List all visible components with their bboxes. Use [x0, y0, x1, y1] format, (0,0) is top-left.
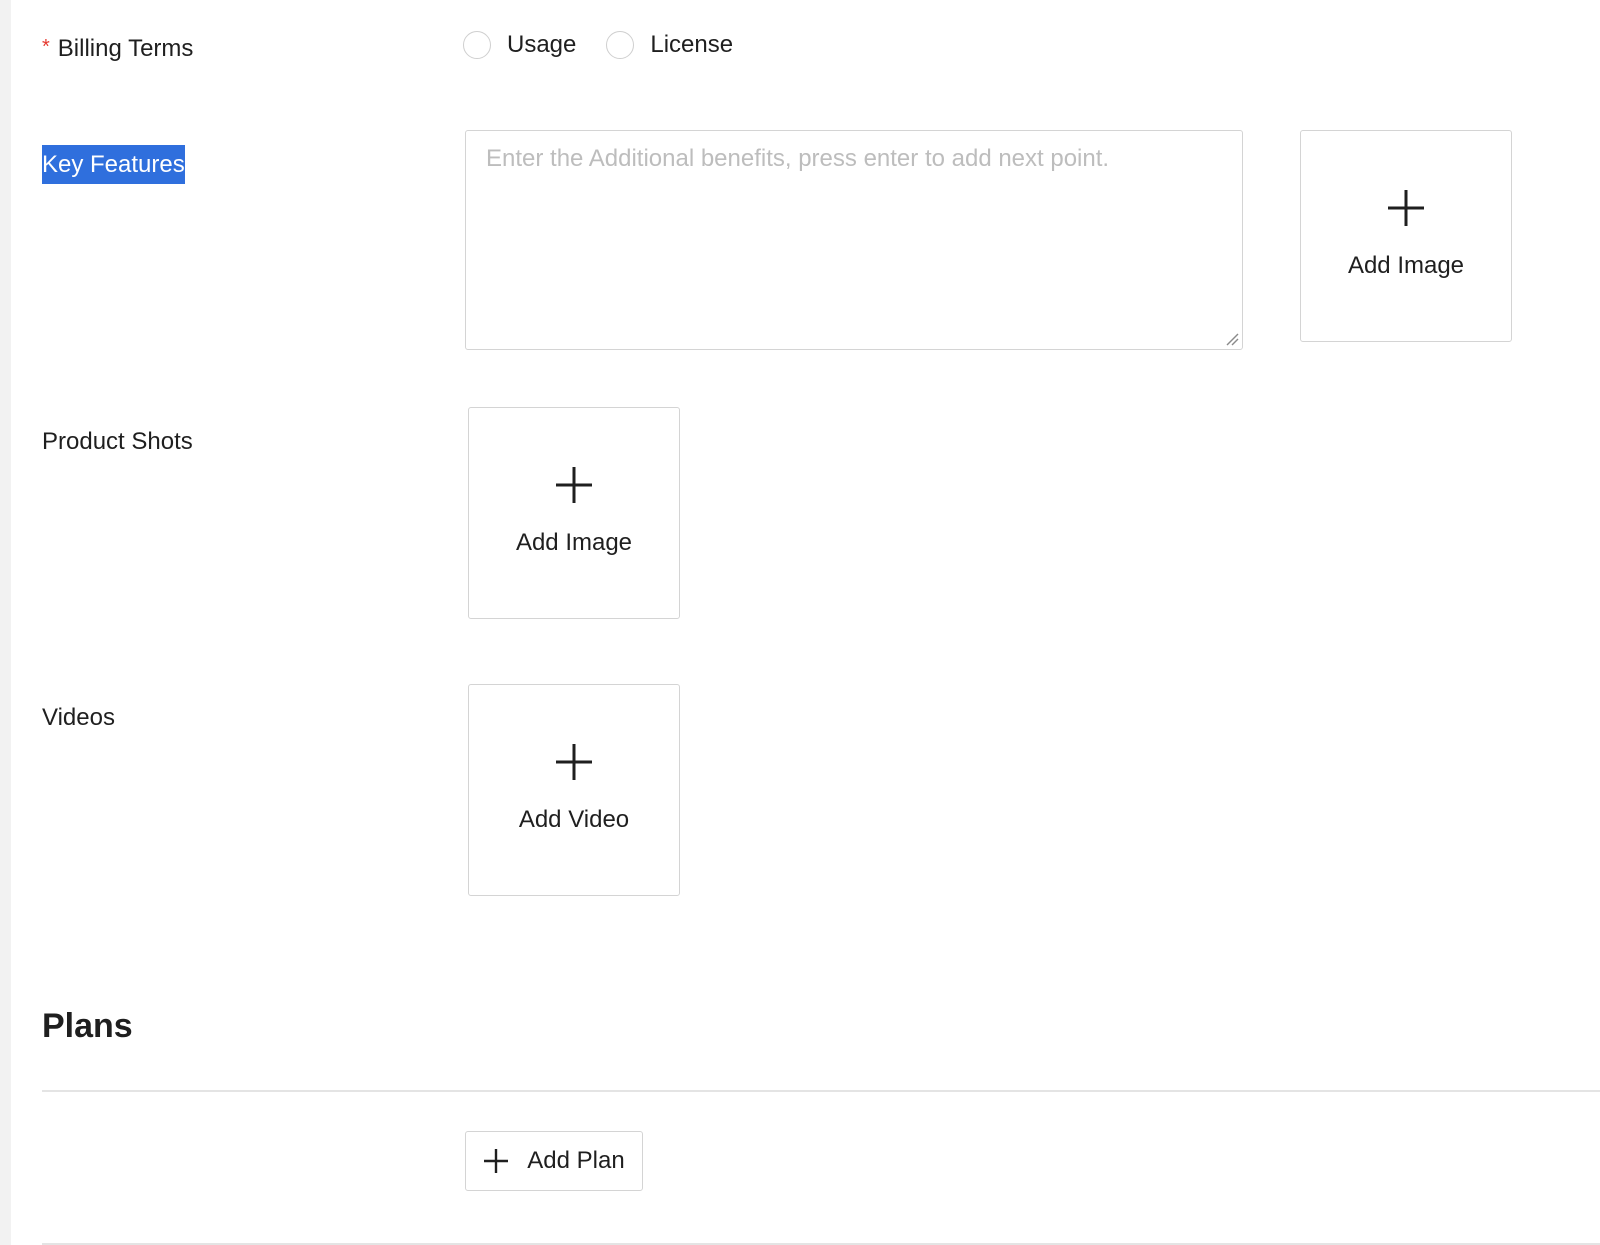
- plus-icon: [556, 744, 592, 780]
- add-image-label: Add Image: [1347, 252, 1465, 279]
- radio-usage-circle[interactable]: [463, 31, 491, 59]
- left-sidebar-edge: [0, 0, 11, 1245]
- key-features-add-image-button[interactable]: Add Image: [1300, 130, 1512, 342]
- radio-license-label[interactable]: License: [650, 30, 733, 60]
- videos-label: Videos: [42, 704, 115, 731]
- radio-option-usage[interactable]: Usage: [463, 30, 576, 60]
- key-features-label: Key Features: [42, 145, 185, 184]
- radio-license-circle[interactable]: [606, 31, 635, 59]
- key-features-textarea[interactable]: [466, 131, 1242, 349]
- radio-option-license[interactable]: License: [606, 30, 733, 60]
- billing-terms-text: Billing Terms: [57, 35, 194, 62]
- add-video-label: Add Video: [518, 806, 630, 833]
- required-asterisk: *: [42, 36, 50, 58]
- add-image-label: Add Image: [515, 529, 633, 556]
- billing-terms-label: * Billing Terms: [42, 34, 193, 65]
- plus-icon: [1388, 190, 1424, 226]
- resize-handle-icon[interactable]: [1225, 332, 1239, 346]
- add-plan-button[interactable]: Add Plan: [465, 1131, 643, 1191]
- videos-add-video-button[interactable]: Add Video: [468, 684, 680, 896]
- plans-top-divider: [42, 1090, 1600, 1092]
- add-plan-label: Add Plan: [527, 1147, 625, 1174]
- plus-icon: [484, 1149, 509, 1173]
- plans-bottom-divider-line: [42, 1243, 1600, 1245]
- plans-section-title: Plans: [42, 1007, 133, 1045]
- product-shots-add-image-button[interactable]: Add Image: [468, 407, 680, 619]
- product-shots-label: Product Shots: [42, 428, 193, 455]
- plus-icon: [556, 467, 592, 503]
- billing-terms-radio-group: Usage License: [463, 30, 763, 60]
- key-features-textarea-wrapper: [465, 130, 1243, 350]
- key-features-text: Key Features: [42, 145, 185, 184]
- radio-usage-label[interactable]: Usage: [507, 30, 576, 60]
